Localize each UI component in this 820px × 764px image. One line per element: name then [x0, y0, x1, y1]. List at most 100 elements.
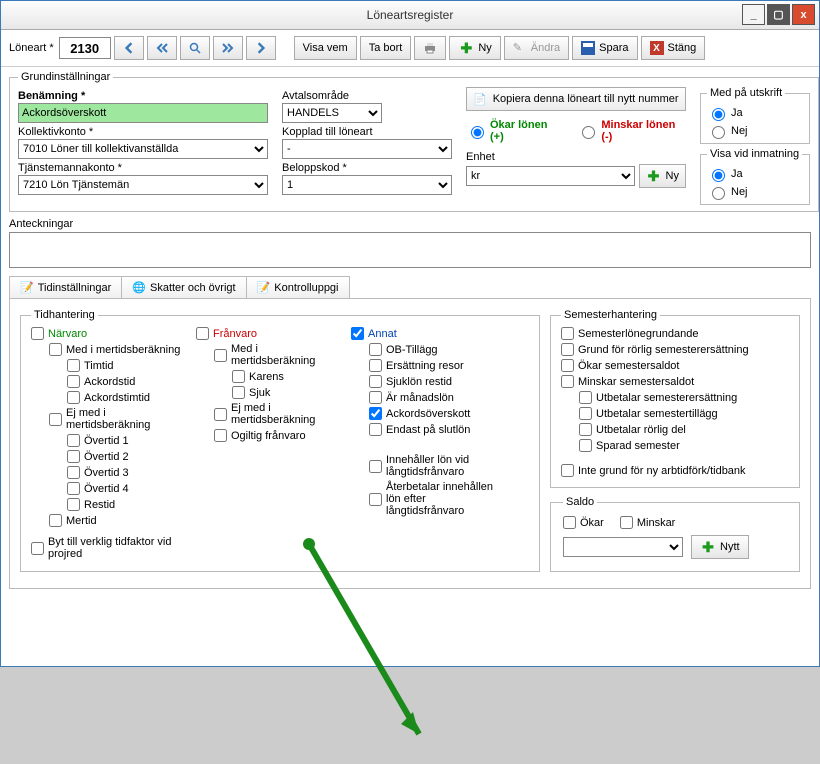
- aterbet-check[interactable]: [369, 493, 382, 506]
- endast-check[interactable]: [369, 423, 382, 436]
- saldo-okar-check[interactable]: [563, 516, 576, 529]
- medpa-ja-radio[interactable]: Ja: [707, 105, 743, 121]
- ot1-check[interactable]: [67, 434, 80, 447]
- ot2-check[interactable]: [67, 450, 80, 463]
- innehall-check[interactable]: [369, 460, 382, 473]
- ot3-check[interactable]: [67, 466, 80, 479]
- ersatt-check[interactable]: [369, 359, 382, 372]
- nav-prev-button[interactable]: [114, 36, 144, 60]
- ackordstimtid-check[interactable]: [67, 391, 80, 404]
- sem-legend: Semesterhantering: [561, 309, 660, 321]
- ej-mertid2-check[interactable]: [214, 408, 227, 421]
- save-icon: [581, 41, 595, 55]
- enhet-select[interactable]: kr: [466, 166, 635, 186]
- andra-button[interactable]: ✎Ändra: [504, 36, 569, 60]
- titlebar: Löneartsregister _ ▢ x: [1, 1, 819, 30]
- edit-icon: 📝: [257, 281, 271, 294]
- med-mertid2-check[interactable]: [214, 349, 227, 362]
- tidhantering-group: Tidhantering Närvaro Med i mertidsberäkn…: [20, 309, 540, 572]
- sjuk-check[interactable]: [232, 386, 245, 399]
- visavid-nej-radio[interactable]: Nej: [707, 184, 748, 200]
- saldo-minskar-check[interactable]: [620, 516, 633, 529]
- ut-ersatt-check[interactable]: [579, 391, 592, 404]
- kopplad-select[interactable]: -: [282, 139, 452, 159]
- toolbar: Löneart * Visa vem Ta bort ✚Ny ✎Ändra Sp…: [1, 30, 819, 67]
- grund-rorlig-check[interactable]: [561, 343, 574, 356]
- restid-check[interactable]: [67, 498, 80, 511]
- nav-next-button[interactable]: [246, 36, 276, 60]
- kopplad-label: Kopplad till löneart: [282, 126, 452, 138]
- ackover-check[interactable]: [369, 407, 382, 420]
- ob-check[interactable]: [369, 343, 382, 356]
- edit-icon: 📝: [20, 281, 34, 294]
- manad-check[interactable]: [369, 391, 382, 404]
- anteckningar-label: Anteckningar: [9, 218, 811, 230]
- plus-icon: ✚: [458, 40, 474, 56]
- ogiltig-check[interactable]: [214, 429, 227, 442]
- belopp-label: Beloppskod *: [282, 162, 452, 174]
- tjanste-select[interactable]: 7210 Lön Tjänstemän: [18, 175, 268, 195]
- okar-saldo-check[interactable]: [561, 359, 574, 372]
- ej-mertid-check[interactable]: [49, 413, 62, 426]
- ackordstid-check[interactable]: [67, 375, 80, 388]
- minimize-button[interactable]: _: [742, 4, 765, 25]
- ny-button[interactable]: ✚Ny: [449, 36, 500, 60]
- okar-lonen-radio[interactable]: Ökar lönen (+): [466, 119, 561, 143]
- nav-last-button[interactable]: [213, 36, 243, 60]
- med-pa-utskrift-group: Med på utskrift Ja Nej: [700, 87, 810, 144]
- nav-first-button[interactable]: [147, 36, 177, 60]
- visavid-legend: Visa vid inmatning: [707, 148, 802, 160]
- anteckningar-input[interactable]: [9, 232, 811, 268]
- nav-search-button[interactable]: [180, 36, 210, 60]
- maximize-button[interactable]: ▢: [767, 4, 790, 25]
- stang-button[interactable]: XStäng: [641, 36, 706, 60]
- kopiera-button[interactable]: 📄 Kopiera denna löneart till nytt nummer: [466, 87, 686, 111]
- tidh-legend: Tidhantering: [31, 309, 98, 321]
- saldo-select[interactable]: [563, 537, 683, 557]
- spara-button[interactable]: Spara: [572, 36, 637, 60]
- minskar-lonen-radio[interactable]: Minskar lönen (-): [577, 119, 686, 143]
- karens-check[interactable]: [232, 370, 245, 383]
- saldo-nytt-button[interactable]: ✚Nytt: [691, 535, 749, 559]
- plus-icon: ✚: [646, 168, 662, 184]
- medpa-nej-radio[interactable]: Nej: [707, 123, 748, 139]
- mertid-check[interactable]: [49, 514, 62, 527]
- x-icon: X: [650, 41, 664, 55]
- avtal-select[interactable]: HANDELS: [282, 103, 382, 123]
- window-title: Löneartsregister: [1, 8, 819, 22]
- medpa-legend: Med på utskrift: [707, 87, 785, 99]
- visavid-ja-radio[interactable]: Ja: [707, 166, 743, 182]
- minskar-saldo-check[interactable]: [561, 375, 574, 388]
- tab-tidinstallningar[interactable]: 📝Tidinställningar: [9, 276, 122, 298]
- tab-kontrolluppgift[interactable]: 📝Kontrolluppgi: [246, 276, 350, 298]
- inte-grund-check[interactable]: [561, 464, 574, 477]
- saldo-legend: Saldo: [563, 496, 597, 508]
- sparad-check[interactable]: [579, 439, 592, 452]
- tjanste-label: Tjänstemannakonto *: [18, 162, 268, 174]
- med-mertid-check[interactable]: [49, 343, 62, 356]
- loneart-label: Löneart *: [9, 42, 54, 54]
- grund-legend: Grundinställningar: [18, 71, 113, 83]
- timtid-check[interactable]: [67, 359, 80, 372]
- loneart-code-input[interactable]: [59, 37, 111, 59]
- narvaro-check[interactable]: [31, 327, 44, 340]
- grundande-check[interactable]: [561, 327, 574, 340]
- kollektiv-select[interactable]: 7010 Löner till kollektivanställda: [18, 139, 268, 159]
- grundinstallningar-group: Grundinställningar Benämning * Kollektiv…: [9, 71, 819, 212]
- sjuklon-check[interactable]: [369, 375, 382, 388]
- ot4-check[interactable]: [67, 482, 80, 495]
- belopp-select[interactable]: 1: [282, 175, 452, 195]
- ut-tillag-check[interactable]: [579, 407, 592, 420]
- tab-skatter[interactable]: 🌐Skatter och övrigt: [121, 276, 246, 298]
- ut-rorlig-check[interactable]: [579, 423, 592, 436]
- visa-vem-button[interactable]: Visa vem: [294, 36, 357, 60]
- enhet-ny-button[interactable]: ✚Ny: [639, 164, 686, 188]
- print-button[interactable]: [414, 36, 446, 60]
- ta-bort-button[interactable]: Ta bort: [360, 36, 412, 60]
- copy-icon: 📄: [473, 93, 487, 106]
- franvaro-check[interactable]: [196, 327, 209, 340]
- close-button[interactable]: x: [792, 4, 815, 25]
- byt-check[interactable]: [31, 542, 44, 555]
- annat-check[interactable]: [351, 327, 364, 340]
- benamning-input[interactable]: [18, 103, 268, 123]
